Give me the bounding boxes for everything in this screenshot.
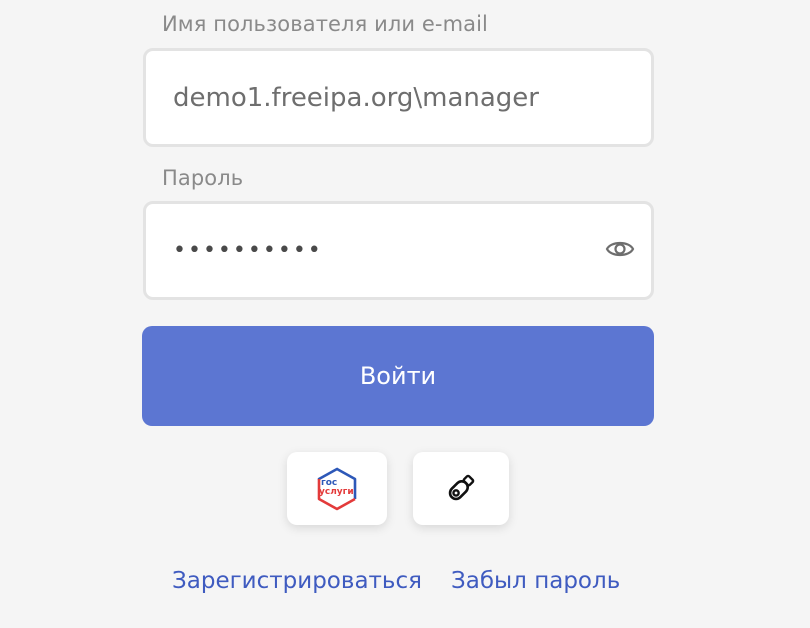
gosuslugi-text-line2: услуги <box>319 487 354 497</box>
gosuslugi-logo-icon: гос услуги <box>316 467 358 511</box>
password-label: Пароль <box>162 166 244 190</box>
username-label: Имя пользователя или e-mail <box>162 12 488 36</box>
password-input[interactable] <box>173 204 613 297</box>
eye-icon[interactable] <box>605 237 635 261</box>
usb-key-icon <box>448 474 475 501</box>
usb-key-login-button[interactable] <box>413 452 509 525</box>
password-field[interactable] <box>143 201 654 300</box>
gosuslugi-login-button[interactable]: гос услуги <box>287 452 387 525</box>
forgot-password-link[interactable]: Забыл пароль <box>451 568 620 594</box>
register-link[interactable]: Зарегистрироваться <box>172 568 422 594</box>
login-form: Имя пользователя или e-mail Пароль Войти… <box>0 0 810 628</box>
username-input[interactable] <box>173 51 613 144</box>
username-field[interactable] <box>143 48 654 147</box>
login-button[interactable]: Войти <box>142 326 654 426</box>
